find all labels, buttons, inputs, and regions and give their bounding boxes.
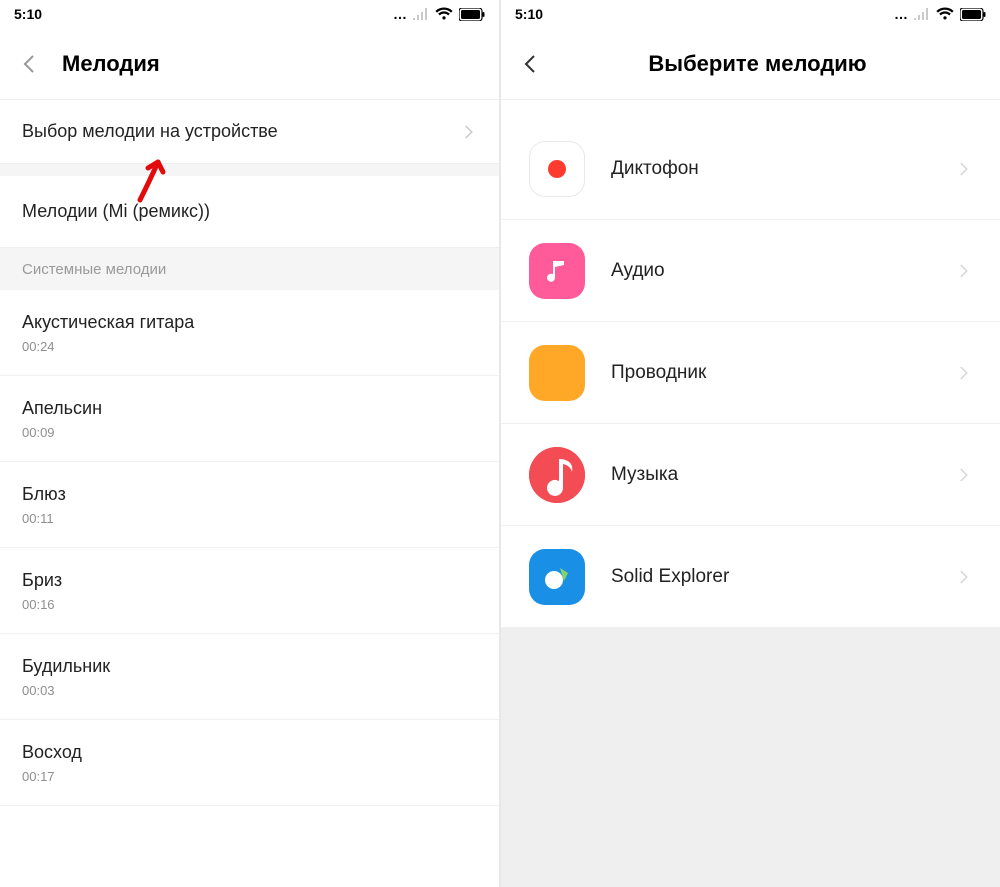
mi-remix-row[interactable]: Мелодии (Mi (ремикс)) — [0, 176, 499, 248]
chevron-right-icon — [954, 262, 972, 280]
track-duration: 00:09 — [22, 425, 55, 440]
track-row[interactable]: Блюз 00:11 — [0, 462, 499, 548]
mi-remix-label: Мелодии (Mi (ремикс)) — [22, 201, 210, 222]
track-duration: 00:16 — [22, 597, 55, 612]
app-label: Музыка — [611, 464, 928, 486]
track-title: Акустическая гитара — [22, 312, 194, 333]
status-right: … — [393, 6, 485, 22]
status-time: 5:10 — [515, 6, 543, 22]
wifi-icon — [435, 7, 453, 21]
status-bar: 5:10 … — [501, 0, 1000, 28]
back-icon[interactable] — [18, 52, 42, 76]
track-row[interactable]: Восход 00:17 — [0, 720, 499, 806]
header: Мелодия — [0, 28, 499, 100]
app-row-audio[interactable]: Аудио — [501, 220, 1000, 322]
track-title: Апельсин — [22, 398, 102, 419]
app-row-solid-explorer[interactable]: Solid Explorer — [501, 526, 1000, 628]
track-row[interactable]: Будильник 00:03 — [0, 634, 499, 720]
signal-icon — [413, 8, 429, 20]
music-note-icon — [529, 447, 585, 503]
track-row[interactable]: Апельсин 00:09 — [0, 376, 499, 462]
status-right: … — [894, 6, 986, 22]
track-title: Бриз — [22, 570, 62, 591]
chevron-right-icon — [954, 160, 972, 178]
battery-icon — [960, 8, 986, 21]
battery-icon — [459, 8, 485, 21]
status-time: 5:10 — [14, 6, 42, 22]
track-duration: 00:03 — [22, 683, 55, 698]
section-system-melodies: Системные мелодии — [0, 248, 499, 290]
track-title: Будильник — [22, 656, 110, 677]
folder-icon — [529, 345, 585, 401]
back-icon[interactable] — [519, 52, 543, 76]
wifi-icon — [936, 7, 954, 21]
track-title: Восход — [22, 742, 82, 763]
chevron-right-icon — [954, 364, 972, 382]
screen-left: 5:10 … Мелодия Выбор мелодии на устройст… — [0, 0, 499, 887]
app-list: Диктофон Аудио Проводник Музыка — [501, 100, 1000, 887]
page-title: Мелодия — [62, 51, 160, 77]
chevron-right-icon — [954, 568, 972, 586]
app-label: Проводник — [611, 362, 928, 384]
choose-on-device-row[interactable]: Выбор мелодии на устройстве — [0, 100, 499, 164]
choose-on-device-label: Выбор мелодии на устройстве — [22, 121, 278, 142]
track-row[interactable]: Бриз 00:16 — [0, 548, 499, 634]
track-row[interactable]: Акустическая гитара 00:24 — [0, 290, 499, 376]
chevron-right-icon — [459, 123, 477, 141]
status-more-icon: … — [894, 6, 908, 22]
signal-icon — [914, 8, 930, 20]
divider — [0, 164, 499, 176]
spacer — [501, 100, 1000, 118]
screen-right: 5:10 … Выберите мелодию Диктофон Аудио — [501, 0, 1000, 887]
chevron-right-icon — [954, 466, 972, 484]
solid-explorer-icon — [529, 549, 585, 605]
empty-space — [501, 628, 1000, 887]
track-duration: 00:11 — [22, 511, 54, 526]
app-row-music[interactable]: Музыка — [501, 424, 1000, 526]
app-label: Solid Explorer — [611, 566, 928, 588]
app-label: Аудио — [611, 260, 928, 282]
record-icon — [529, 141, 585, 197]
page-title: Выберите мелодию — [563, 51, 952, 77]
track-title: Блюз — [22, 484, 66, 505]
music-note-icon — [529, 243, 585, 299]
app-row-recorder[interactable]: Диктофон — [501, 118, 1000, 220]
app-label: Диктофон — [611, 158, 928, 180]
status-bar: 5:10 … — [0, 0, 499, 28]
app-row-files[interactable]: Проводник — [501, 322, 1000, 424]
track-duration: 00:17 — [22, 769, 55, 784]
track-duration: 00:24 — [22, 339, 55, 354]
status-more-icon: … — [393, 6, 407, 22]
header: Выберите мелодию — [501, 28, 1000, 100]
